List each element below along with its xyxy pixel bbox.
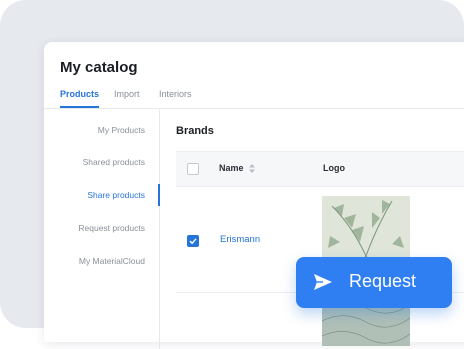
sidebar-item-my-products[interactable]: My Products xyxy=(98,125,145,135)
request-button-label: Request xyxy=(349,271,417,291)
request-button[interactable]: Request xyxy=(296,257,452,308)
sidebar-item-my-materialcloud[interactable]: My MaterialCloud xyxy=(79,256,145,266)
row-checkbox[interactable] xyxy=(187,235,199,247)
column-header-name[interactable]: Name xyxy=(219,163,244,173)
select-all-checkbox[interactable] xyxy=(187,163,199,175)
tab-products[interactable]: Products xyxy=(60,89,100,108)
column-header-logo: Logo xyxy=(323,163,345,173)
tab-import[interactable]: Import xyxy=(114,89,140,106)
send-icon xyxy=(314,274,332,290)
table-header: Name Logo xyxy=(176,151,464,187)
sidebar-item-share-products[interactable]: Share products xyxy=(87,190,145,200)
sidebar-item-shared-products[interactable]: Shared products xyxy=(83,157,145,167)
sort-icon[interactable] xyxy=(249,164,255,173)
sidebar: My Products Shared products Share produc… xyxy=(44,109,160,349)
page-title: My catalog xyxy=(60,59,138,76)
tab-bar: Products Import Interiors xyxy=(44,86,464,108)
brand-name-link[interactable]: Erismann xyxy=(220,234,260,245)
section-title: Brands xyxy=(176,125,214,137)
tab-interiors[interactable]: Interiors xyxy=(159,89,192,106)
checkmark-icon xyxy=(189,238,197,245)
sidebar-item-request-products[interactable]: Request products xyxy=(78,223,145,233)
